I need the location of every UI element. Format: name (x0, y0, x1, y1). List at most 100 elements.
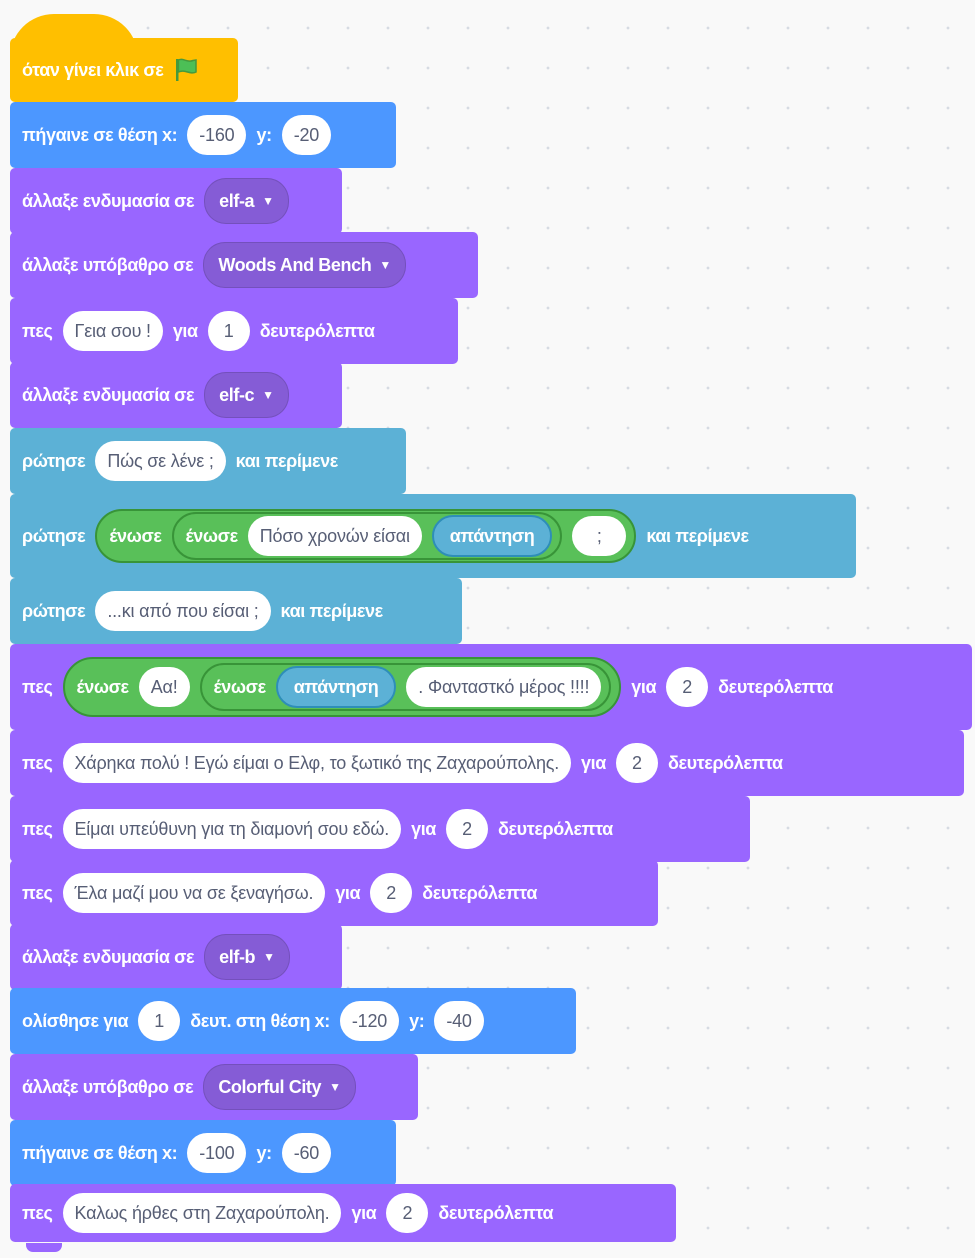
say-for-secs-block[interactable]: πες Καλως ήρθες στη Ζαχαρούπολη. για 2 δ… (10, 1184, 676, 1252)
ask-and-wait-block[interactable]: ρώτησε ...κι από που είσαι ; και περίμεν… (10, 578, 462, 652)
for-label: για (172, 320, 198, 341)
glide-to-xy-block[interactable]: ολίσθησε για 1 δευτ. στη θέση x: -120 y:… (10, 988, 576, 1062)
block-label: άλλαξε ενδυμασία σε (22, 384, 195, 405)
x-input[interactable]: -100 (187, 1133, 247, 1173)
block-label: δευτ. στη θέση x: (190, 1010, 330, 1031)
block-label: πες (22, 882, 53, 903)
text-input[interactable]: ; (572, 516, 627, 556)
say-for-secs-block[interactable]: πες ένωσε Αα! ένωσε απάντηση . Φανταστκό… (10, 644, 972, 738)
y-input[interactable]: -60 (281, 1133, 332, 1173)
go-to-xy-block[interactable]: πήγαινε σε θέση x: -100 y: -60 (10, 1120, 396, 1194)
block-label: πες (22, 818, 53, 839)
y-label: y: (409, 1010, 425, 1031)
for-label: για (335, 882, 361, 903)
dropdown-arrow-icon: ▼ (262, 388, 274, 402)
when-flag-clicked-block[interactable]: όταν γίνει κλικ σε (10, 38, 238, 110)
switch-backdrop-block[interactable]: άλλαξε υπόβαθρο σε Colorful City ▼ (10, 1054, 418, 1128)
block-label: πες (22, 1202, 53, 1223)
text-input[interactable]: Πόσο χρονών είσαι (247, 516, 422, 556)
block-label: άλλαξε υπόβαθρο σε (22, 1076, 194, 1097)
message-input[interactable]: Καλως ήρθες στη Ζαχαρούπολη. (62, 1193, 342, 1233)
dropdown-arrow-icon: ▼ (379, 258, 391, 272)
message-input[interactable]: Γεια σου ! (62, 311, 163, 351)
suffix-label: και περίμενε (646, 525, 749, 546)
dropdown-arrow-icon: ▼ (263, 950, 275, 964)
costume-dropdown[interactable]: elf-b ▼ (204, 934, 290, 980)
question-input[interactable]: Πώς σε λένε ; (95, 441, 226, 481)
backdrop-dropdown[interactable]: Colorful City ▼ (203, 1064, 356, 1110)
costume-dropdown[interactable]: elf-c ▼ (204, 372, 289, 418)
block-label: άλλαξε ενδυμασία σε (22, 190, 195, 211)
dropdown-value: elf-b (219, 946, 256, 967)
join-operator[interactable]: ένωσε Αα! ένωσε απάντηση . Φανταστκό μέρ… (62, 657, 622, 717)
block-label: ρώτησε (22, 525, 86, 546)
dropdown-value: Colorful City (218, 1076, 322, 1097)
y-input[interactable]: -40 (434, 1001, 484, 1041)
ask-and-wait-block[interactable]: ρώτησε ένωσε ένωσε Πόσο χρονών είσαι απά… (10, 494, 856, 586)
block-label: πήγαινε σε θέση x: (22, 124, 178, 145)
block-label: πες (22, 676, 53, 697)
green-flag-icon (176, 58, 198, 81)
seconds-input[interactable]: 1 (138, 1001, 181, 1041)
message-input[interactable]: Έλα μαζί μου να σε ξεναγήσω. (62, 873, 326, 913)
say-for-secs-block[interactable]: πες Είμαι υπεύθυνη για τη διαμονή σου εδ… (10, 796, 750, 870)
y-label: y: (256, 124, 272, 145)
suffix-label: και περίμενε (280, 600, 384, 621)
go-to-xy-block[interactable]: πήγαινε σε θέση x: -160 y: -20 (10, 102, 396, 176)
text-input[interactable]: . Φανταστκό μέρος !!!! (406, 667, 602, 707)
say-for-secs-block[interactable]: πες Γεια σου ! για 1 δευτερόλεπτα (10, 298, 458, 372)
join-label: ένωσε (213, 676, 267, 697)
block-label: ρώτησε (22, 450, 86, 471)
x-input[interactable]: -160 (187, 115, 247, 155)
for-label: για (351, 1202, 377, 1223)
x-input[interactable]: -120 (339, 1001, 400, 1041)
seconds-input[interactable]: 2 (445, 809, 488, 849)
dropdown-arrow-icon: ▼ (262, 194, 274, 208)
join-operator[interactable]: ένωσε Πόσο χρονών είσαι απάντηση (171, 512, 563, 560)
ask-and-wait-block[interactable]: ρώτησε Πώς σε λένε ; και περίμενε (10, 428, 406, 502)
join-label: ένωσε (185, 525, 239, 546)
unit-label: δευτερόλεπτα (438, 1202, 554, 1223)
seconds-input[interactable]: 1 (207, 311, 250, 351)
answer-reporter[interactable]: απάντηση (431, 515, 553, 557)
switch-backdrop-block[interactable]: άλλαξε υπόβαθρο σε Woods And Bench ▼ (10, 232, 478, 306)
y-label: y: (256, 1142, 272, 1163)
switch-costume-block[interactable]: άλλαξε ενδυμασία σε elf-c ▼ (10, 362, 342, 436)
seconds-input[interactable]: 2 (386, 1193, 429, 1233)
for-label: για (581, 752, 606, 773)
block-label: ολίσθησε για (22, 1010, 129, 1031)
switch-costume-block[interactable]: άλλαξε ενδυμασία σε elf-b ▼ (10, 924, 342, 998)
say-for-secs-block[interactable]: πες Χάρηκα πολύ ! Εγώ είμαι ο Ελφ, το ξω… (10, 730, 964, 804)
suffix-label: και περίμενε (235, 450, 339, 471)
join-operator[interactable]: ένωσε ένωσε Πόσο χρονών είσαι απάντηση ; (95, 509, 637, 563)
seconds-input[interactable]: 2 (370, 873, 413, 913)
seconds-input[interactable]: 2 (615, 743, 658, 783)
y-input[interactable]: -20 (281, 115, 332, 155)
unit-label: δευτερόλεπτα (422, 882, 537, 903)
for-label: για (411, 818, 436, 839)
join-label: ένωσε (76, 676, 130, 697)
block-label: άλλαξε υπόβαθρο σε (22, 254, 194, 275)
block-label: πήγαινε σε θέση x: (22, 1142, 178, 1163)
backdrop-dropdown[interactable]: Woods And Bench ▼ (203, 242, 406, 288)
seconds-input[interactable]: 2 (666, 667, 709, 707)
question-input[interactable]: ...κι από που είσαι ; (95, 591, 271, 631)
unit-label: δευτερόλεπτα (259, 320, 375, 341)
message-input[interactable]: Χάρηκα πολύ ! Εγώ είμαι ο Ελφ, το ξωτικό… (62, 743, 572, 783)
unit-label: δευτερόλεπτα (667, 752, 783, 773)
for-label: για (631, 676, 657, 697)
message-input[interactable]: Είμαι υπεύθυνη για τη διαμονή σου εδώ. (62, 809, 402, 849)
answer-reporter[interactable]: απάντηση (275, 666, 397, 708)
hat-label: όταν γίνει κλικ σε (22, 59, 164, 80)
dropdown-value: elf-a (219, 190, 255, 211)
costume-dropdown[interactable]: elf-a ▼ (204, 178, 289, 224)
block-label: πες (22, 752, 53, 773)
dropdown-arrow-icon: ▼ (329, 1080, 341, 1094)
switch-costume-block[interactable]: άλλαξε ενδυμασία σε elf-a ▼ (10, 168, 342, 242)
block-label: ρώτησε (22, 600, 86, 621)
unit-label: δευτερόλεπτα (718, 676, 833, 697)
text-input[interactable]: Αα! (138, 667, 190, 707)
say-for-secs-block[interactable]: πες Έλα μαζί μου να σε ξεναγήσω. για 2 δ… (10, 860, 658, 934)
join-operator[interactable]: ένωσε απάντηση . Φανταστκό μέρος !!!! (199, 663, 612, 711)
dropdown-value: elf-c (219, 384, 255, 405)
